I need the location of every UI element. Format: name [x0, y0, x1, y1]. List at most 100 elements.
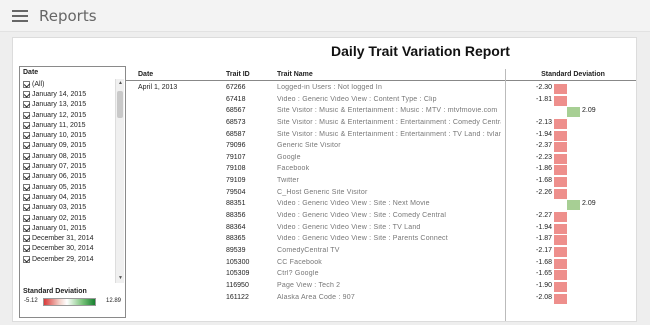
checkbox-icon[interactable] — [23, 132, 30, 140]
checkbox-icon[interactable] — [23, 163, 30, 171]
date-filter-item[interactable]: January 04, 2015 — [23, 192, 113, 202]
scroll-thumb[interactable] — [117, 91, 123, 118]
standard-deviation-value: -1.94 — [536, 130, 552, 138]
trait-name-cell: Site Visitor : Music & Entertainment : M… — [277, 107, 498, 115]
table-row[interactable]: 68567 Site Visitor : Music & Entertainmen… — [126, 106, 636, 118]
table-row[interactable]: April 1, 2013 67266 Logged-in Users : Not … — [126, 83, 636, 95]
scroll-down-icon[interactable]: ▼ — [116, 274, 125, 283]
date-filter-label: January 10, 2015 — [32, 132, 87, 140]
checkbox-icon[interactable] — [23, 224, 30, 232]
date-filter-item[interactable]: January 05, 2015 — [23, 182, 113, 192]
table-row[interactable]: 88356 Video : Generic Video View : Site :… — [126, 211, 636, 223]
date-filter-item[interactable]: January 14, 2015 — [23, 89, 113, 99]
trait-name-cell: Video : Generic Video View : Site : Next… — [277, 200, 430, 208]
checkbox-icon[interactable] — [23, 214, 30, 222]
checkbox-icon[interactable] — [23, 111, 30, 119]
standard-deviation-legend-title: Standard Deviation — [23, 288, 87, 295]
date-filter-item[interactable]: January 07, 2015 — [23, 161, 113, 171]
standard-deviation-value: -2.13 — [536, 118, 552, 126]
standard-deviation-column-header[interactable]: Standard Deviation — [513, 71, 633, 78]
table-row[interactable]: 88365 Video : Generic Video View : Site :… — [126, 234, 636, 246]
negative-deviation-bar — [554, 235, 567, 246]
negative-deviation-bar — [554, 165, 567, 176]
date-filter-item[interactable]: December 29, 2014 — [23, 254, 113, 264]
table-row[interactable]: 68573 Site Visitor : Music & Entertainmen… — [126, 118, 636, 130]
table-row[interactable]: 105309 Ctrl? Google -1.65 — [126, 269, 636, 281]
trait-name-cell: ComedyCentral TV — [277, 246, 340, 254]
date-filter-scrollbar[interactable]: ▲ ▼ — [115, 79, 124, 283]
table-row[interactable]: 161122 Alaska Area Code : 907 -2.08 — [126, 293, 636, 305]
date-filter-item[interactable]: January 10, 2015 — [23, 130, 113, 140]
date-filter-item[interactable]: January 09, 2015 — [23, 141, 113, 151]
checkbox-icon[interactable] — [23, 90, 30, 98]
date-filter-label: January 13, 2015 — [32, 101, 87, 109]
date-filter-item[interactable]: December 31, 2014 — [23, 233, 113, 243]
checkbox-icon[interactable] — [23, 204, 30, 212]
trait-id-column-header[interactable]: Trait ID — [226, 71, 250, 78]
date-filter-item[interactable]: January 06, 2015 — [23, 172, 113, 182]
date-filter-item[interactable]: (All) — [23, 79, 113, 89]
trait-id-cell: 88356 — [226, 212, 246, 220]
date-filter-item[interactable]: January 12, 2015 — [23, 110, 113, 120]
trait-id-cell: 161122 — [226, 293, 249, 301]
table-row[interactable]: 79096 Generic Site Visitor -2.37 — [126, 141, 636, 153]
checkbox-icon[interactable] — [23, 152, 30, 160]
checkbox-icon[interactable] — [23, 101, 30, 109]
checkbox-icon[interactable] — [23, 121, 30, 129]
date-filter-label: December 31, 2014 — [32, 235, 94, 243]
date-filter-item[interactable]: January 11, 2015 — [23, 120, 113, 130]
checkbox-icon[interactable] — [23, 235, 30, 243]
date-column-header[interactable]: Date — [138, 71, 153, 78]
standard-deviation-value: -1.68 — [536, 177, 552, 185]
table-row[interactable]: 79504 C_Host Generic Site Visitor -2.26 — [126, 188, 636, 200]
date-filter-label: January 03, 2015 — [32, 204, 87, 212]
date-filter-item[interactable]: January 02, 2015 — [23, 213, 113, 223]
trait-name-cell: CC Facebook — [277, 258, 322, 266]
table-row[interactable]: 105300 CC Facebook -1.68 — [126, 258, 636, 270]
negative-deviation-bar — [554, 293, 567, 304]
standard-deviation-value: -2.37 — [536, 142, 552, 150]
positive-deviation-bar — [567, 107, 580, 118]
checkbox-icon[interactable] — [23, 193, 30, 201]
checkbox-icon[interactable] — [23, 80, 30, 88]
negative-deviation-bar — [554, 223, 567, 234]
table-row[interactable]: 68587 Site Visitor : Music & Entertainmen… — [126, 130, 636, 142]
scroll-up-icon[interactable]: ▲ — [116, 79, 125, 88]
table-row[interactable]: 89539 ComedyCentral TV -2.17 — [126, 246, 636, 258]
negative-deviation-bar — [554, 188, 567, 199]
negative-deviation-bar — [554, 258, 567, 269]
date-filter-list[interactable]: (All) January 14, 2015 January 13, 2015 Jan… — [23, 79, 113, 282]
date-filter-item[interactable]: January 03, 2015 — [23, 203, 113, 213]
table-row[interactable]: 88364 Video : Generic Video View : Site :… — [126, 223, 636, 235]
trait-id-cell: 89539 — [226, 246, 246, 254]
date-filter-item[interactable]: January 13, 2015 — [23, 100, 113, 110]
table-row[interactable]: 79107 Google -2.23 — [126, 153, 636, 165]
standard-deviation-value: -1.90 — [536, 281, 552, 289]
date-filter-item[interactable]: December 30, 2014 — [23, 244, 113, 254]
table-row[interactable]: 79108 Facebook -1.86 — [126, 164, 636, 176]
checkbox-icon[interactable] — [23, 173, 30, 181]
checkbox-icon[interactable] — [23, 245, 30, 253]
table-row[interactable]: 79109 Twitter -1.68 — [126, 176, 636, 188]
standard-deviation-value: -1.86 — [536, 165, 552, 173]
table-row[interactable]: 116950 Page View : Tech 2 -1.90 — [126, 281, 636, 293]
checkbox-icon[interactable] — [23, 255, 30, 263]
table-row[interactable]: 67418 Video : Generic Video View : Conten… — [126, 95, 636, 107]
checkbox-icon[interactable] — [23, 183, 30, 191]
standard-deviation-value: -2.17 — [536, 246, 552, 254]
trait-name-cell: Video : Generic Video View : Site : Come… — [277, 212, 447, 220]
trait-name-cell: Generic Site Visitor — [277, 142, 341, 150]
checkbox-icon[interactable] — [23, 142, 30, 150]
standard-deviation-max: 12.89 — [105, 298, 121, 304]
trait-name-cell: Alaska Area Code : 907 — [277, 293, 355, 301]
standard-deviation-value: -1.68 — [536, 258, 552, 266]
trait-name-cell: Facebook — [277, 165, 310, 173]
hamburger-menu-icon[interactable] — [12, 10, 28, 22]
table-body: April 1, 2013 67266 Logged-in Users : Not … — [126, 83, 636, 305]
table-row[interactable]: 88351 Video : Generic Video View : Site :… — [126, 199, 636, 211]
date-filter-item[interactable]: January 01, 2015 — [23, 223, 113, 233]
standard-deviation-value: -2.23 — [536, 153, 552, 161]
trait-id-cell: 79096 — [226, 142, 246, 150]
trait-name-column-header[interactable]: Trait Name — [277, 71, 313, 78]
date-filter-item[interactable]: January 08, 2015 — [23, 151, 113, 161]
